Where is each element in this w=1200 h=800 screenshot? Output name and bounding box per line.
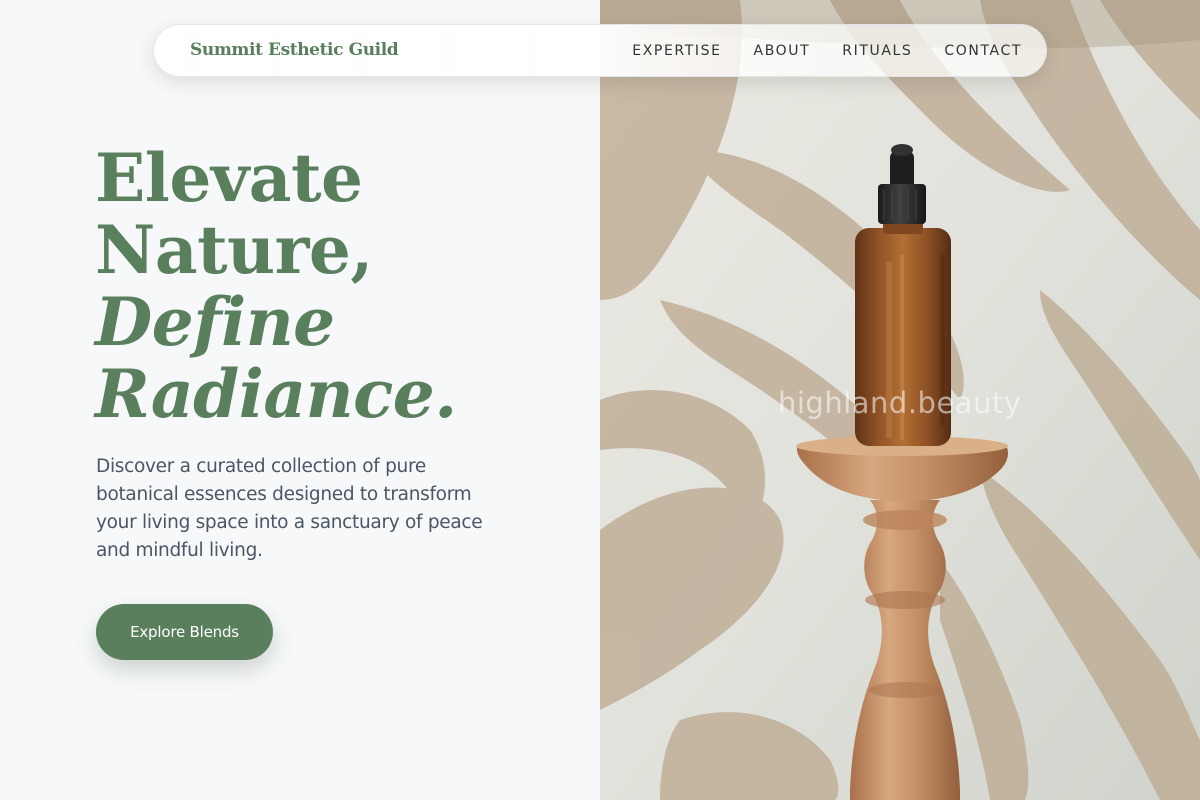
hero-headline: Elevate Nature, Define Radiance. <box>95 142 575 430</box>
headline-line-1: Elevate <box>95 139 363 217</box>
nav-links: EXPERTISE ABOUT RITUALS CONTACT <box>632 43 1022 59</box>
headline-line-4: Radiance. <box>95 355 457 433</box>
image-watermark: highland.beauty <box>778 386 1022 420</box>
headline-line-3: Define <box>95 283 335 361</box>
nav-link-expertise[interactable]: EXPERTISE <box>632 43 721 59</box>
nav-link-about[interactable]: ABOUT <box>754 43 811 59</box>
nav-link-rituals[interactable]: RITUALS <box>842 43 912 59</box>
hero-description: Discover a curated collection of pure bo… <box>96 456 483 561</box>
top-navbar: Summit Esthetic Guild EXPERTISE ABOUT RI… <box>153 24 1047 77</box>
nav-link-contact[interactable]: CONTACT <box>944 43 1022 59</box>
headline-line-2: Nature, <box>95 211 373 289</box>
brand-logo[interactable]: Summit Esthetic Guild <box>190 40 399 60</box>
explore-blends-button[interactable]: Explore Blends <box>96 604 273 660</box>
